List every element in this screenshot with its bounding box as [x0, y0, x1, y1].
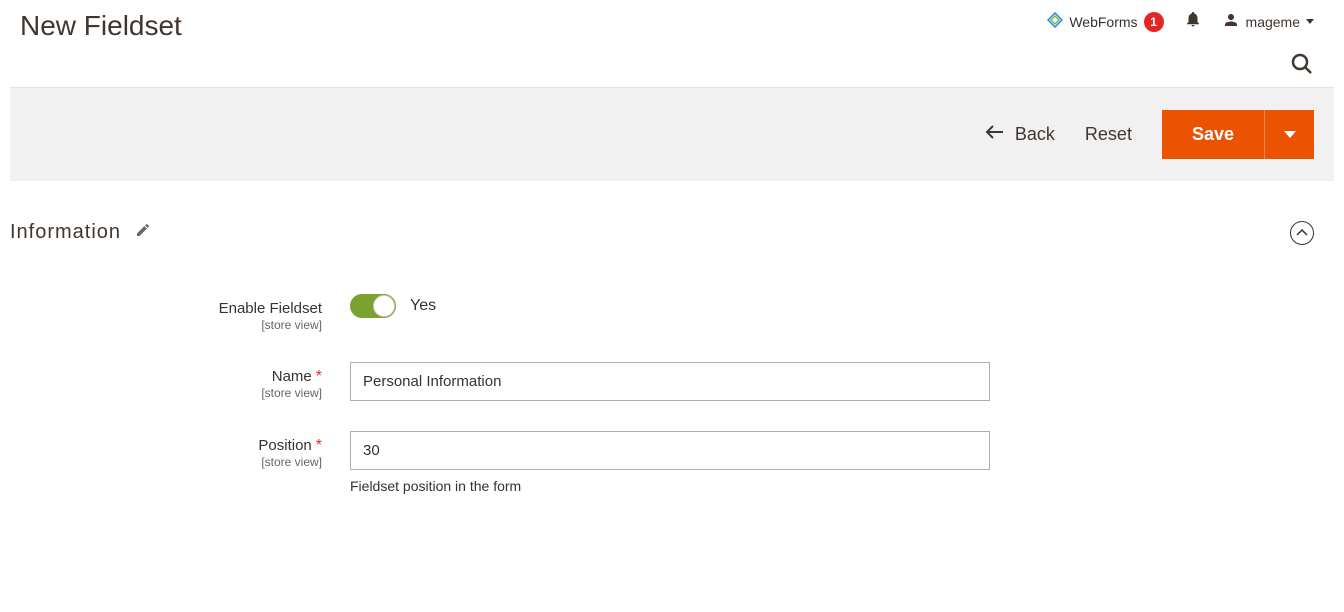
field-label: Name [272, 368, 312, 385]
actions-bar: Back Reset Save [10, 87, 1334, 181]
reset-button[interactable]: Reset [1085, 124, 1132, 145]
user-menu[interactable]: mageme [1222, 11, 1314, 32]
help-text: Fieldset position in the form [350, 478, 990, 494]
position-input[interactable] [350, 431, 990, 470]
scope-note: [store view] [10, 455, 322, 469]
toggle-knob [373, 295, 395, 317]
required-star: * [316, 437, 322, 454]
pencil-icon[interactable] [135, 222, 151, 243]
collapse-section-button[interactable] [1290, 221, 1314, 245]
field-label: Enable Fieldset [219, 300, 322, 317]
webforms-icon [1047, 12, 1063, 31]
required-star: * [316, 368, 322, 385]
username: mageme [1246, 14, 1300, 30]
name-input[interactable] [350, 362, 990, 401]
arrow-left-icon [985, 124, 1005, 145]
webforms-label: WebForms [1069, 14, 1137, 30]
save-button[interactable]: Save [1162, 110, 1264, 159]
toggle-value-label: Yes [410, 297, 436, 315]
webforms-link[interactable]: WebForms 1 [1047, 12, 1163, 32]
bell-icon[interactable] [1184, 10, 1202, 33]
back-button[interactable]: Back [985, 124, 1055, 145]
webforms-badge: 1 [1144, 12, 1164, 32]
chevron-down-icon [1306, 19, 1314, 24]
chevron-down-icon [1284, 131, 1296, 138]
save-dropdown-button[interactable] [1264, 110, 1314, 159]
scope-note: [store view] [10, 318, 322, 332]
search-icon[interactable] [1290, 63, 1314, 80]
back-label: Back [1015, 124, 1055, 145]
field-label: Position [258, 437, 311, 454]
section-title: Information [10, 221, 121, 244]
user-icon [1222, 11, 1240, 32]
scope-note: [store view] [10, 386, 322, 400]
enable-fieldset-toggle[interactable] [350, 294, 396, 318]
